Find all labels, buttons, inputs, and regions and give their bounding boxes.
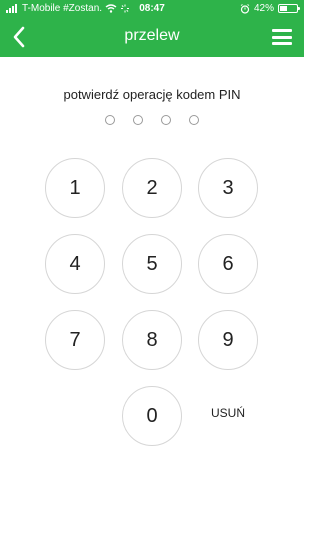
pin-indicator — [0, 115, 304, 125]
key-5[interactable]: 5 — [122, 234, 182, 294]
hamburger-menu-icon[interactable] — [270, 25, 294, 49]
alarm-icon — [240, 3, 250, 14]
app-header: T-Mobile #Zostan. 08:47 42% przelew — [0, 0, 304, 57]
pin-dot — [133, 115, 143, 125]
key-3[interactable]: 3 — [198, 158, 258, 218]
battery-icon — [278, 4, 300, 13]
key-1[interactable]: 1 — [45, 158, 105, 218]
key-9[interactable]: 9 — [198, 310, 258, 370]
battery-percent: 42% — [253, 3, 274, 14]
pin-dot — [189, 115, 199, 125]
status-right: 42% — [240, 0, 300, 17]
key-0[interactable]: 0 — [122, 386, 182, 446]
pin-dot — [105, 115, 115, 125]
status-bar: T-Mobile #Zostan. 08:47 42% — [0, 0, 304, 17]
key-6[interactable]: 6 — [198, 234, 258, 294]
key-2[interactable]: 2 — [122, 158, 182, 218]
key-8[interactable]: 8 — [122, 310, 182, 370]
nav-bar: przelew — [0, 17, 304, 57]
key-4[interactable]: 4 — [45, 234, 105, 294]
delete-button[interactable]: USUŃ — [198, 406, 258, 426]
key-7[interactable]: 7 — [45, 310, 105, 370]
page-title: przelew — [124, 27, 180, 44]
pin-dot — [161, 115, 171, 125]
pin-prompt: potwierdź operację kodem PIN — [63, 87, 241, 102]
